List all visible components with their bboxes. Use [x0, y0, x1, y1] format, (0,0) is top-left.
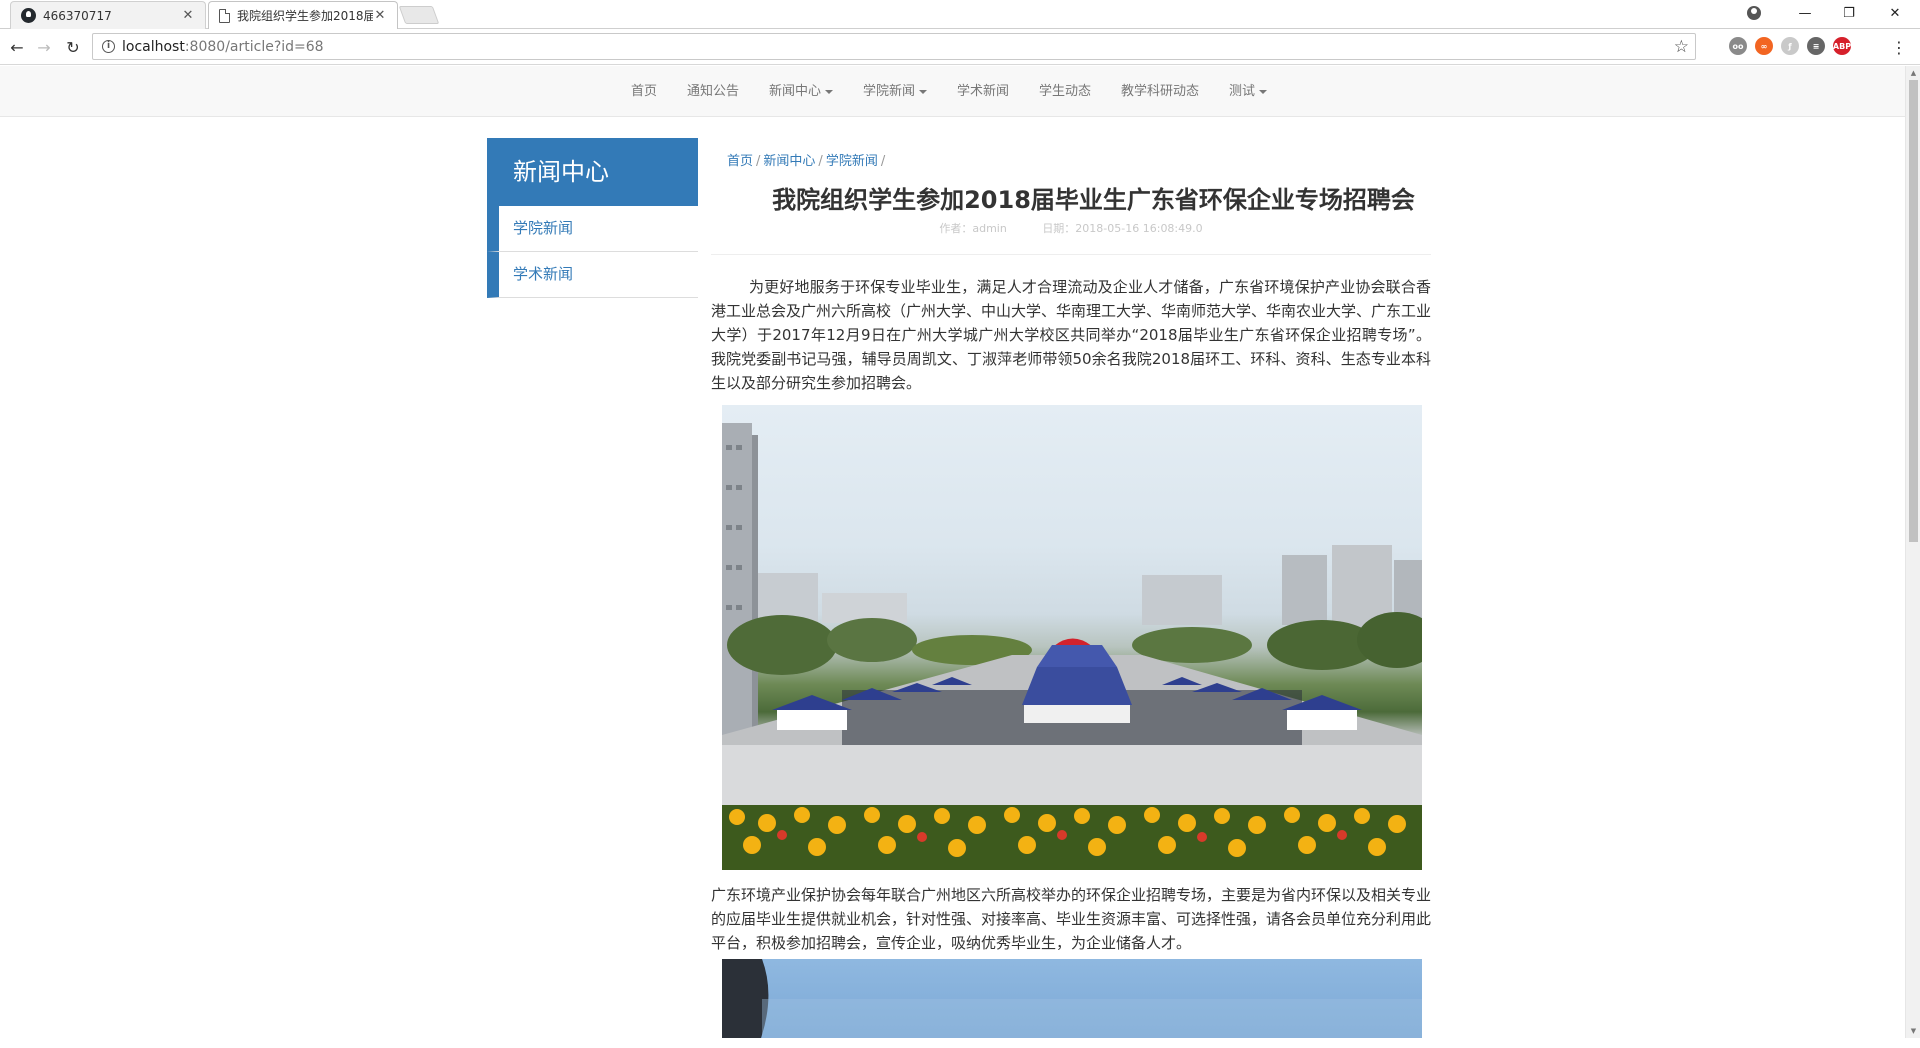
reload-icon[interactable]: ↻: [62, 36, 84, 58]
nav-item-label: 学生动态: [1039, 84, 1092, 99]
profile-icon[interactable]: [1747, 6, 1761, 20]
article-paragraph: 为更好地服务于环保专业毕业生，满足人才合理流动及企业人才储备，广东省环境保护产业…: [711, 278, 1432, 392]
sidebar: 新闻中心 学院新闻 学术新闻: [487, 138, 698, 298]
url-host: localhost: [122, 38, 185, 55]
nav-item-label: 测试: [1229, 84, 1256, 99]
article: 首页 / 新闻中心 / 学院新闻 / 我院组织学生参加2018届毕业生广东省环保企业专场招…: [711, 138, 1431, 1038]
article-meta: 作者：admin 日期：2018-05-16 16:08:49.0: [711, 222, 1431, 236]
breadcrumb-college-news[interactable]: 学院新闻: [826, 154, 878, 169]
breadcrumb-separator: /: [756, 154, 761, 169]
divider: [711, 254, 1431, 255]
second-photo: [722, 959, 1422, 1038]
nav-item-label: 学术新闻: [957, 84, 1010, 99]
flash-extension-icon[interactable]: ƒ: [1781, 37, 1799, 55]
scroll-down-arrow-icon[interactable]: ▼: [1906, 1024, 1920, 1038]
nav-item[interactable]: 学生动态: [1024, 66, 1106, 117]
job-fair-photo: [722, 405, 1422, 870]
article-author: 作者：admin: [939, 222, 1007, 235]
site-navbar: 首页 通知公告 新闻中心 学院新闻 学术新闻 学生动态 教学科研动态 测试: [0, 66, 1905, 117]
nav-item-label: 新闻中心: [768, 84, 821, 99]
nav-item-label: 教学科研动态: [1121, 84, 1200, 99]
page-scrollbar[interactable]: ▲ ▼: [1905, 66, 1920, 1038]
second-photo-illustration: [722, 959, 1422, 1038]
address-bar[interactable]: i localhost:8080/article?id=68 ☆: [92, 33, 1696, 60]
forward-arrow-icon[interactable]: →: [33, 36, 55, 58]
sidebar-item-academic-news[interactable]: 学术新闻: [487, 252, 698, 298]
sidebar-item-college-news[interactable]: 学院新闻: [487, 206, 698, 252]
breadcrumb-separator: /: [880, 154, 886, 169]
article-date: 日期：2018-05-16 16:08:49.0: [1042, 222, 1203, 235]
article-paragraph: 广东环境产业保护协会每年联合广州地区六所高校举办的环保企业招聘专场，主要是为省内…: [711, 886, 1432, 952]
caret-down-icon: [919, 89, 927, 94]
eyes-extension-icon[interactable]: oo: [1729, 37, 1747, 55]
minimize-button[interactable]: —: [1782, 0, 1828, 27]
info-icon[interactable]: i: [102, 40, 115, 53]
navbar-menu: 首页 通知公告 新闻中心 学院新闻 学术新闻 学生动态 教学科研动态 测试: [0, 66, 1905, 117]
scroll-up-arrow-icon[interactable]: ▲: [1906, 66, 1920, 80]
breadcrumb-news-center[interactable]: 新闻中心: [763, 154, 815, 169]
nav-item[interactable]: 通知公告: [672, 66, 754, 117]
page-icon: [219, 8, 230, 23]
tab-close-icon[interactable]: ✕: [373, 8, 387, 23]
tab-title: 我院组织学生参加2018届毕业生广东省环保企业专场招聘会: [237, 9, 373, 23]
sidebar-heading: 新闻中心: [487, 138, 698, 206]
nav-item-label: 学院新闻: [862, 84, 915, 99]
close-window-button[interactable]: ✕: [1872, 0, 1918, 27]
page-content: 首页 通知公告 新闻中心 学院新闻 学术新闻 学生动态 教学科研动态 测试 新闻中心 学院新闻…: [0, 66, 1905, 1038]
adblock-plus-icon[interactable]: ABP: [1833, 37, 1851, 55]
back-arrow-icon[interactable]: ←: [6, 36, 28, 58]
tab-article[interactable]: 我院组织学生参加2018届毕业生广东省环保企业专场招聘会 ✕: [208, 1, 398, 29]
nav-item[interactable]: 首页: [616, 66, 672, 117]
url-path: :8080/article?id=68: [184, 38, 324, 55]
caret-down-icon: [824, 89, 833, 94]
article-title: 我院组织学生参加2018届毕业生广东省环保企业专场招聘会: [772, 186, 1415, 214]
job-fair-photo-illustration: [722, 423, 1422, 870]
nav-item[interactable]: 教学科研动态: [1106, 66, 1214, 117]
breadcrumb: 首页 / 新闻中心 / 学院新闻 /: [711, 138, 1431, 172]
breadcrumb-home[interactable]: 首页: [727, 154, 753, 169]
tab-close-icon[interactable]: ✕: [181, 8, 195, 23]
browser-toolbar: ← → ↻ i localhost:8080/article?id=68 ☆ o…: [0, 29, 1920, 65]
nav-item-label: 首页: [630, 84, 657, 99]
new-tab-button[interactable]: [398, 6, 440, 24]
tab-title: 466370717: [43, 8, 112, 23]
menu-icon[interactable]: ⋮: [1888, 36, 1910, 58]
nav-item[interactable]: 学院新闻: [848, 66, 942, 117]
nav-item-label: 通知公告: [686, 84, 739, 99]
orange-extension-icon[interactable]: ∞: [1755, 37, 1773, 55]
restore-button[interactable]: ❐: [1826, 0, 1872, 27]
caret-down-icon: [1259, 89, 1268, 94]
reader-extension-icon[interactable]: ≡: [1807, 37, 1825, 55]
scrollbar-thumb[interactable]: [1909, 80, 1918, 542]
nav-item[interactable]: 测试: [1214, 66, 1282, 117]
breadcrumb-separator: /: [818, 154, 823, 169]
browser-tabstrip: 466370717 ✕ 我院组织学生参加2018届毕业生广东省环保企业专场招聘会…: [0, 0, 1920, 29]
github-icon: [21, 8, 36, 23]
bookmark-star-icon[interactable]: ☆: [1674, 37, 1689, 57]
tab-github[interactable]: 466370717 ✕: [10, 1, 206, 29]
nav-item[interactable]: 学术新闻: [942, 66, 1024, 117]
nav-item[interactable]: 新闻中心: [754, 66, 848, 117]
